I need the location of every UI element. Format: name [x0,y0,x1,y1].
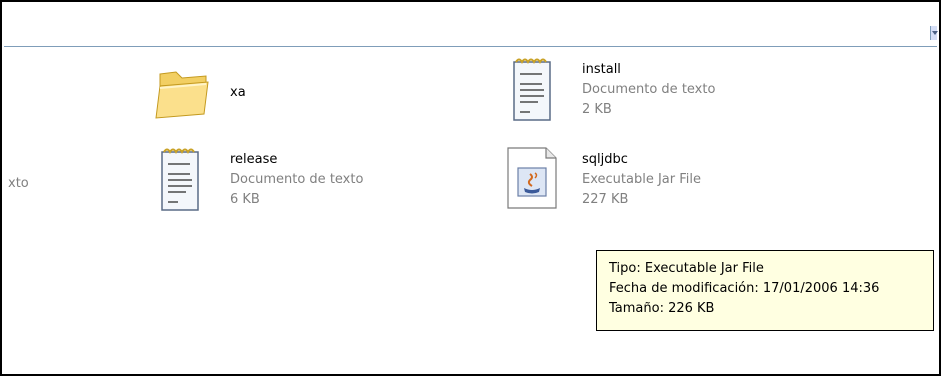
jar-file-icon [507,147,557,209]
address-bar[interactable] [4,4,938,47]
folder-icon [155,71,209,119]
partial-item-label: xto [8,176,29,191]
file-name: sqljdbc [582,152,628,167]
tooltip-size: Tamaño: 226 KB [609,301,715,316]
file-item-sqljdbc[interactable]: sqljdbc Executable Jar File 227 KB [506,146,766,218]
address-dropdown-arrow[interactable] [930,26,938,40]
file-size: 227 KB [582,192,629,207]
tooltip-type: Tipo: Executable Jar File [609,261,764,276]
file-item-install[interactable]: install Documento de texto 2 KB [506,56,766,128]
file-item-release[interactable]: release Documento de texto 6 KB [154,146,414,218]
file-type: Documento de texto [230,172,364,187]
file-type: Executable Jar File [582,172,701,187]
tooltip-modified-date: Fecha de modificación: 17/01/2006 14:36 [609,281,880,296]
file-info-tooltip: Tipo: Executable Jar File Fecha de modif… [596,250,934,331]
file-name: xa [230,85,246,100]
file-type: Documento de texto [582,82,716,97]
text-document-icon [513,58,551,121]
file-name: install [582,62,621,77]
file-name: release [230,152,278,167]
file-size: 6 KB [230,192,260,207]
file-size: 2 KB [582,102,612,117]
text-document-icon [161,148,199,211]
file-item-xa[interactable]: xa [150,60,410,130]
